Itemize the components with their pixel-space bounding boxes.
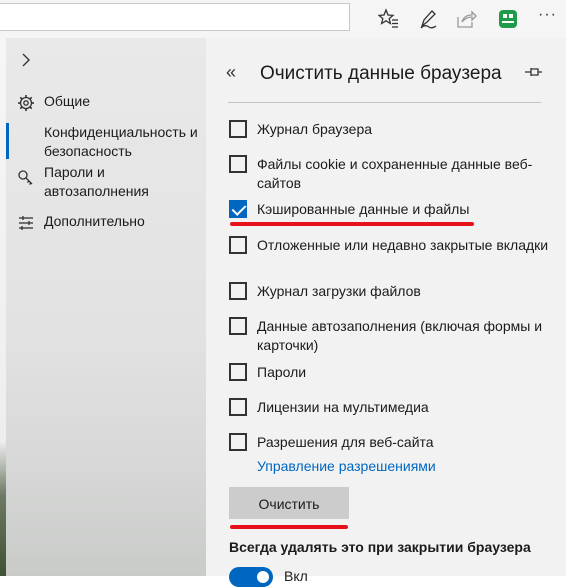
always-clear-label: Всегда удалять это при закрытии браузера — [229, 539, 531, 555]
extension-icon[interactable] — [497, 8, 519, 30]
checkbox[interactable] — [229, 120, 247, 138]
checkbox-cached-data[interactable]: Кэшированные данные и файлы — [206, 200, 566, 220]
checkbox-label: Журнал загрузки файлов — [257, 283, 421, 299]
more-icon[interactable]: ··· — [538, 6, 560, 28]
checkbox-label: Лицензии на мультимедиа — [257, 399, 429, 415]
checkbox-cookies[interactable]: Файлы cookie и сохраненные данные веб-са… — [206, 155, 566, 193]
share-icon[interactable] — [455, 8, 477, 30]
checkbox[interactable] — [229, 398, 247, 416]
checkbox-label: Пароли — [257, 364, 307, 380]
checkbox-label: Журнал браузера — [257, 121, 373, 137]
checkbox-media-licenses[interactable]: Лицензии на мультимедиа — [206, 398, 566, 418]
back-button[interactable]: « — [226, 62, 236, 82]
checkbox[interactable] — [229, 236, 247, 254]
manage-permissions-link[interactable]: Управление разрешениями — [257, 457, 436, 476]
checkbox[interactable] — [229, 433, 247, 451]
browser-toolbar: ··· — [0, 0, 566, 39]
nav-item-label: Общие — [44, 93, 91, 109]
nav-item-general[interactable]: Общие — [6, 92, 206, 114]
checkbox[interactable] — [229, 363, 247, 381]
checkbox-label: Отложенные или недавно закрытые вкладки — [257, 237, 549, 253]
favorites-star-icon[interactable] — [378, 8, 400, 30]
nav-item-label: Дополнительно — [44, 213, 145, 229]
always-clear-toggle[interactable] — [229, 567, 273, 587]
nav-item-label: Пароли и автозаполнения — [44, 164, 149, 199]
checkbox-browsing-history[interactable]: Журнал браузера — [206, 120, 566, 140]
pen-icon[interactable] — [417, 8, 439, 30]
highlight-underline — [230, 525, 348, 529]
key-icon — [18, 170, 33, 185]
checkbox-closed-tabs[interactable]: Отложенные или недавно закрытые вкладки — [206, 236, 566, 274]
page-title: Очистить данные браузера — [260, 63, 502, 84]
checkbox[interactable] — [229, 155, 247, 173]
checkbox-label: Кэшированные данные и файлы — [257, 201, 470, 217]
checkbox-passwords[interactable]: Пароли — [206, 363, 566, 383]
clear-button[interactable]: Очистить — [229, 487, 349, 519]
address-bar[interactable] — [0, 3, 350, 31]
chevron-right-icon[interactable] — [18, 52, 34, 68]
divider — [228, 102, 541, 103]
active-indicator — [6, 123, 9, 159]
checkbox-checked[interactable] — [229, 200, 247, 218]
nav-item-label: Конфиденциальность и безопасность — [44, 124, 198, 159]
checkbox[interactable] — [229, 282, 247, 300]
checkbox-label: Данные автозаполнения (включая формы и к… — [257, 318, 543, 353]
pin-icon[interactable] — [524, 64, 544, 80]
settings-nav: Общие Конфиденциальность и безопасность … — [6, 38, 206, 576]
checkbox-autofill[interactable]: Данные автозаполнения (включая формы и к… — [206, 317, 566, 355]
clear-data-panel: « Очистить данные браузера Журнал браузе… — [206, 38, 566, 587]
highlight-underline — [230, 222, 474, 226]
nav-item-advanced[interactable]: Дополнительно — [6, 212, 206, 234]
nav-item-passwords[interactable]: Пароли и автозаполнения — [6, 163, 206, 203]
sliders-icon — [19, 216, 33, 230]
checkbox-label: Разрешения для веб-сайта — [257, 434, 434, 450]
checkbox-label: Файлы cookie и сохраненные данные веб-са… — [257, 156, 533, 191]
gear-icon — [18, 95, 34, 111]
toggle-label: Вкл — [284, 568, 308, 584]
checkbox-download-history[interactable]: Журнал загрузки файлов — [206, 282, 566, 302]
checkbox[interactable] — [229, 317, 247, 335]
nav-item-privacy[interactable]: Конфиденциальность и безопасность — [6, 123, 206, 163]
checkbox-site-permissions[interactable]: Разрешения для веб-сайта — [206, 433, 566, 453]
